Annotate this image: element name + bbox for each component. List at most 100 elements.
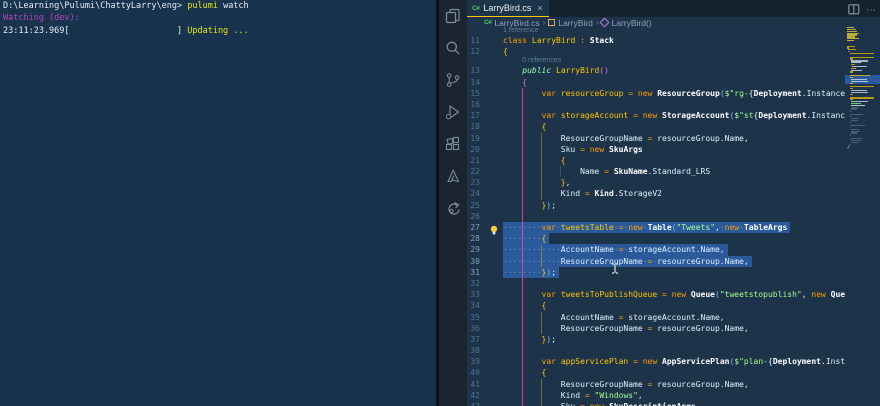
line-number[interactable]: 39 <box>467 356 480 367</box>
run-and-debug-icon[interactable] <box>445 104 461 120</box>
code-line-42[interactable]: 42 Kind = "Windows", <box>467 390 845 401</box>
code-line-22[interactable]: 22 Name = SkuName.Standard_LRS <box>467 166 845 177</box>
code-line-39[interactable]: 39 var appServicePlan = new AppServicePl… <box>467 356 845 367</box>
line-number[interactable]: 13 <box>467 65 480 76</box>
code-line-30[interactable]: 30············ResourceGroupName·=·resour… <box>467 256 845 267</box>
code-line-16[interactable]: 16 <box>467 99 845 110</box>
breadcrumb-method[interactable]: LarryBird() <box>611 18 651 28</box>
line-number[interactable]: 43 <box>467 401 480 406</box>
extensions-icon[interactable] <box>445 136 461 152</box>
line-number[interactable]: 16 <box>467 99 480 110</box>
codelens-references[interactable]: 0 references <box>522 57 845 65</box>
line-number[interactable]: 14 <box>467 77 480 88</box>
explorer-icon[interactable] <box>445 8 461 24</box>
line-number[interactable]: 17 <box>467 110 480 121</box>
line-number[interactable]: 11 <box>467 35 480 46</box>
code-line-34[interactable]: 34 { <box>467 300 845 311</box>
line-number[interactable]: 19 <box>467 133 480 144</box>
code-line-29[interactable]: 29············AccountName·=·storageAccou… <box>467 244 845 255</box>
line-number[interactable]: 36 <box>467 323 480 334</box>
source-control-icon[interactable] <box>445 72 461 88</box>
codelens-references[interactable]: 1 reference <box>503 27 845 35</box>
breadcrumb-class[interactable]: LarryBird <box>558 18 592 28</box>
code-line-12[interactable]: 12{ <box>467 46 845 57</box>
code-line-13[interactable]: 13 public LarryBird() <box>467 65 845 76</box>
line-number[interactable]: 21 <box>467 155 480 166</box>
code-lines[interactable]: 1 reference11class LarryBird : Stack12{0… <box>467 27 845 406</box>
line-number[interactable]: 23 <box>467 177 480 188</box>
code-line-21[interactable]: 21 { <box>467 155 845 166</box>
code-line-15[interactable]: 15 var resourceGroup = new ResourceGroup… <box>467 88 845 99</box>
line-number[interactable]: 25 <box>467 200 480 211</box>
azure-icon[interactable] <box>445 168 461 184</box>
activity-bar <box>439 0 467 406</box>
split-editor-icon[interactable] <box>848 2 860 20</box>
line-number[interactable]: 37 <box>467 334 480 345</box>
line-number[interactable]: 41 <box>467 379 480 390</box>
code-token: new <box>643 111 657 120</box>
line-number[interactable]: 31 <box>467 267 480 278</box>
code-line-37[interactable]: 37 }); <box>467 334 845 345</box>
line-number[interactable]: 42 <box>467 390 480 401</box>
tab-larrybird[interactable]: C# LarryBird.cs × <box>467 0 549 17</box>
line-number[interactable]: 33 <box>467 289 480 300</box>
code-text: ResourceGroupName = resourceGroup.Name, <box>503 133 749 144</box>
code-line-25[interactable]: 25 }); <box>467 200 845 211</box>
line-number[interactable]: 40 <box>467 367 480 378</box>
code-line-36[interactable]: 36 ResourceGroupName = resourceGroup.Nam… <box>467 323 845 334</box>
code-line-14[interactable]: 14 { <box>467 77 845 88</box>
search-icon[interactable] <box>445 40 461 56</box>
line-number[interactable]: 22 <box>467 166 480 177</box>
code-line-24[interactable]: 24 Kind = Kind.StorageV2 <box>467 188 845 199</box>
line-number[interactable]: 24 <box>467 188 480 199</box>
line-number[interactable]: 35 <box>467 312 480 323</box>
code-line-26[interactable]: 26 <box>467 211 845 222</box>
code-line-43[interactable]: 43 Sku = new SkuDescriptionArgs <box>467 401 845 406</box>
line-number[interactable]: 38 <box>467 345 480 356</box>
minimap[interactable] <box>845 27 880 406</box>
line-number[interactable]: 30 <box>467 256 480 267</box>
code-token: new <box>590 145 604 154</box>
code-token: { <box>522 78 527 87</box>
line-number[interactable]: 15 <box>467 88 480 99</box>
minimap-line <box>850 144 852 145</box>
line-number[interactable]: 20 <box>467 144 480 155</box>
code-text: ········}); <box>503 267 559 278</box>
code-line-23[interactable]: 23 }, <box>467 177 845 188</box>
terminal-pane[interactable]: D:\Learning\Pulumi\ChattyLarry\eng> pulu… <box>0 0 436 406</box>
line-number[interactable]: 29 <box>467 244 480 255</box>
line-number[interactable]: 28 <box>467 233 480 244</box>
code-line-27[interactable]: 27········var·tweetsTable·=·new·Table("T… <box>467 222 845 233</box>
minimap-line <box>850 114 864 115</box>
lightbulb-icon[interactable] <box>489 223 500 234</box>
code-line-35[interactable]: 35 AccountName = storageAccount.Name, <box>467 312 845 323</box>
tab-close-icon[interactable]: × <box>537 3 542 13</box>
code-line-38[interactable]: 38 <box>467 345 845 356</box>
line-number[interactable]: 32 <box>467 278 480 289</box>
line-number[interactable]: 27 <box>467 222 480 233</box>
code-line-11[interactable]: 11class LarryBird : Stack <box>467 35 845 46</box>
code-text: { <box>503 155 566 166</box>
code-line-17[interactable]: 17 var storageAccount = new StorageAccou… <box>467 110 845 121</box>
code-text: { <box>503 300 546 311</box>
code-token: resourceGroup <box>561 89 624 98</box>
line-number[interactable]: 34 <box>467 300 480 311</box>
line-number[interactable]: 12 <box>467 46 480 57</box>
code-line-41[interactable]: 41 ResourceGroupName = resourceGroup.Nam… <box>467 379 845 390</box>
breadcrumb-file[interactable]: LarryBird.cs <box>494 18 539 28</box>
terminal-token: Updating ... <box>187 26 248 36</box>
code-line-32[interactable]: 32 <box>467 278 845 289</box>
code-line-40[interactable]: 40 { <box>467 367 845 378</box>
code-line-19[interactable]: 19 ResourceGroupName = resourceGroup.Nam… <box>467 133 845 144</box>
code-line-18[interactable]: 18 { <box>467 121 845 132</box>
code-line-31[interactable]: 31 ········}); <box>467 267 845 278</box>
code-token: ResourceGroupName <box>561 134 643 143</box>
live-share-icon[interactable] <box>445 200 461 216</box>
indent-guide <box>541 379 542 406</box>
code-line-28[interactable]: 28········{ <box>467 233 845 244</box>
line-number[interactable]: 18 <box>467 121 480 132</box>
code-line-20[interactable]: 20 Sku = new SkuArgs <box>467 144 845 155</box>
code-line-33[interactable]: 33 var tweetsToPublishQueue = new Queue(… <box>467 289 845 300</box>
more-actions-icon[interactable]: ⋯ <box>866 5 876 17</box>
line-number[interactable]: 26 <box>467 211 480 222</box>
